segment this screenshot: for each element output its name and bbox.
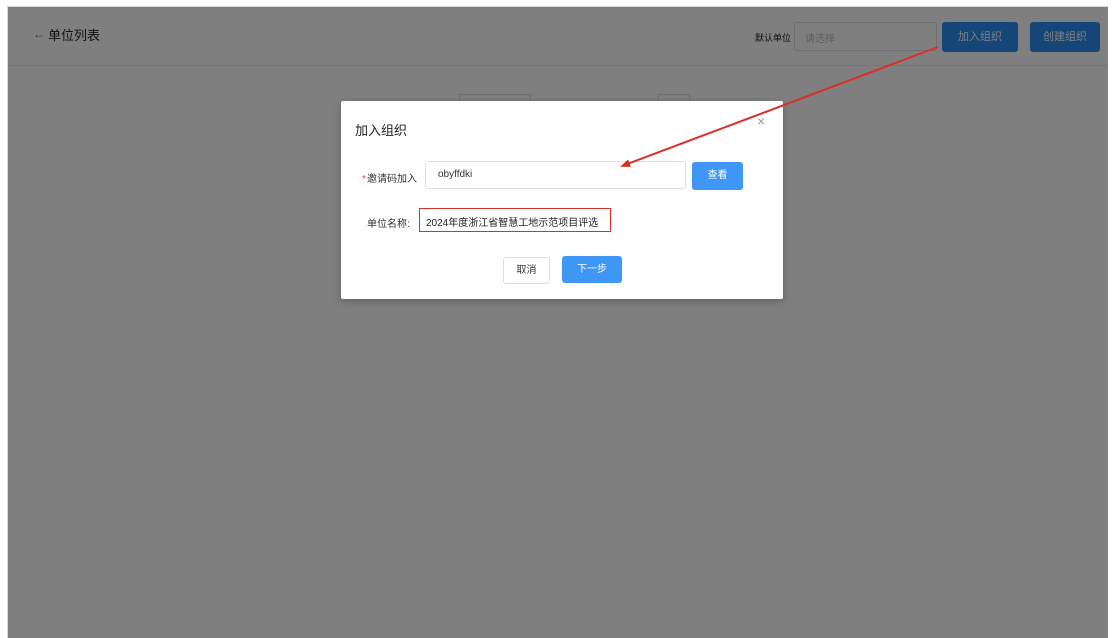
arrow-line [620, 46, 939, 167]
annotation-arrow [620, 46, 939, 167]
